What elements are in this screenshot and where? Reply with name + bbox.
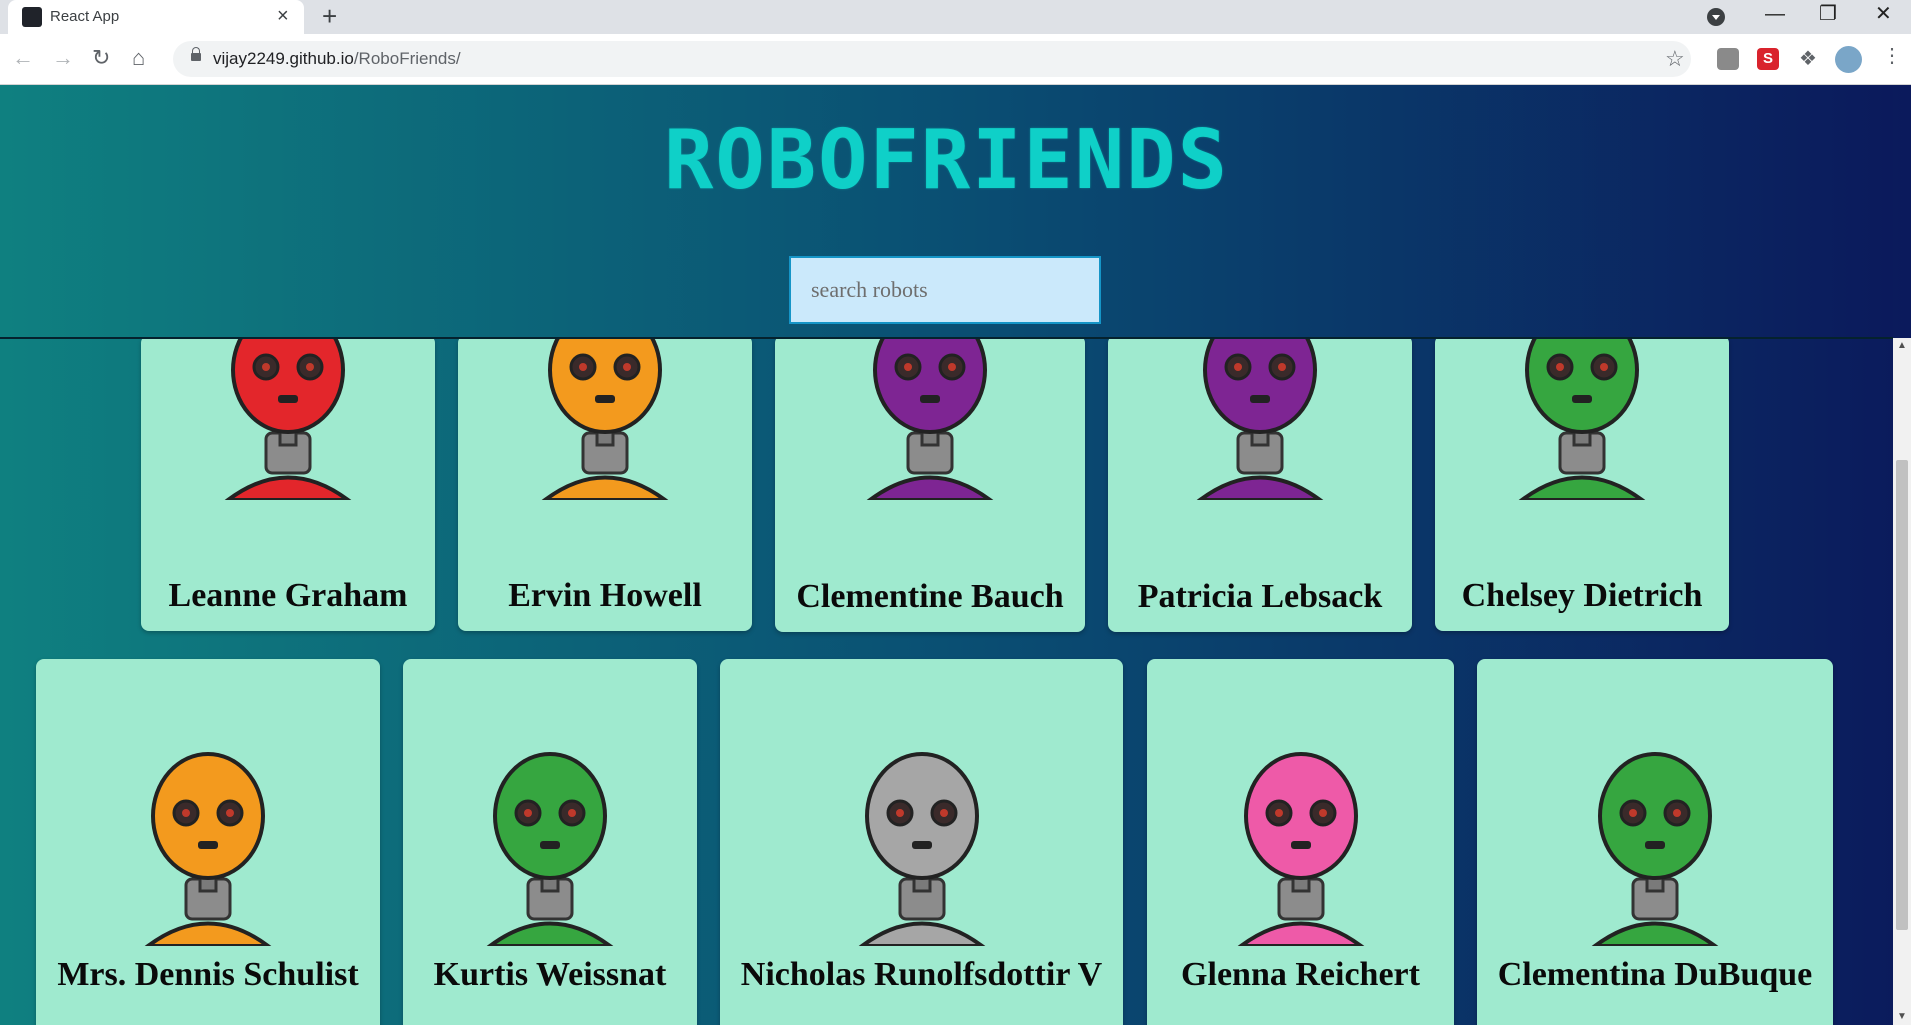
scroll-up-arrow-icon[interactable]: ▲ [1893, 338, 1911, 354]
s-extension-icon[interactable]: S [1757, 48, 1779, 70]
profile-avatar[interactable] [1835, 46, 1862, 73]
new-tab-button[interactable]: + [322, 2, 337, 30]
react-favicon-icon [22, 7, 42, 27]
menu-kebab-icon[interactable]: ⋮ [1882, 44, 1902, 68]
lock-icon[interactable] [191, 47, 201, 61]
tab-close-icon[interactable]: × [277, 5, 289, 27]
back-icon[interactable]: ← [12, 46, 34, 70]
robot-avatar-image [1160, 335, 1360, 505]
robot-card: Glenna Reichert [1147, 659, 1454, 1025]
robot-card: Patricia LebsackJulianne.OConner@kory.or… [1108, 335, 1412, 632]
robot-name: Leanne Graham [168, 577, 408, 614]
robot-name: Patricia Lebsack [1137, 578, 1383, 615]
tab-search-icon[interactable] [1707, 8, 1725, 26]
robot-name: Glenna Reichert [1181, 956, 1420, 993]
robot-name: Nicholas Runolfsdottir V [740, 956, 1103, 993]
browser-tab[interactable]: React App × [8, 0, 304, 34]
robot-avatar-image [188, 335, 388, 505]
app-title: ROBOFRIENDS [663, 113, 1230, 208]
scroll-thumb[interactable] [1896, 460, 1908, 930]
robot-card: Mrs. Dennis Schulist [36, 659, 380, 1025]
robot-avatar-image [108, 741, 308, 951]
robot-card: Clementina DuBuque [1477, 659, 1833, 1025]
bookmark-star-icon[interactable]: ☆ [1665, 46, 1685, 72]
home-icon[interactable]: ⌂ [132, 46, 145, 70]
robot-name: Kurtis Weissnat [433, 956, 667, 993]
robot-name: Chelsey Dietrich [1461, 577, 1703, 614]
robot-name: Ervin Howell [508, 577, 702, 614]
robot-avatar-image [1555, 741, 1755, 951]
close-window-icon[interactable]: ✕ [1875, 2, 1892, 26]
robot-card: Chelsey DietrichLucio_Hettinger@annie.ca [1435, 335, 1729, 631]
restore-icon[interactable]: ❐ [1819, 2, 1837, 26]
robot-name: Clementina DuBuque [1497, 956, 1813, 993]
reload-icon[interactable]: ↻ [92, 46, 110, 70]
robot-name: Clementine Bauch [796, 578, 1064, 615]
robot-avatar-image [450, 741, 650, 951]
robot-card: Clementine BauchNathan@yesenia.net [775, 335, 1085, 632]
address-bar[interactable]: vijay2249.github.io/RoboFriends/ ☆ [173, 41, 1691, 77]
browser-toolbar: ← → ↻ ⌂ vijay2249.github.io/RoboFriends/… [0, 34, 1911, 85]
app-header: ROBOFRIENDS [0, 85, 1893, 339]
minimize-icon[interactable]: — [1765, 2, 1785, 26]
pdf-extension-icon[interactable] [1717, 48, 1739, 70]
tab-strip: React App × + — ❐ ✕ [0, 0, 1911, 34]
robot-name: Mrs. Dennis Schulist [57, 956, 359, 993]
page-viewport: ROBOFRIENDS Leanne GrahamSincere@april.b… [0, 85, 1911, 1025]
robot-avatar-image [1482, 335, 1682, 505]
search-input[interactable] [789, 256, 1101, 324]
robot-avatar-image [505, 335, 705, 505]
url-text[interactable]: vijay2249.github.io/RoboFriends/ [213, 49, 461, 69]
robot-card: Kurtis Weissnat [403, 659, 697, 1025]
robot-avatar-image [1201, 741, 1401, 951]
robot-card: Leanne GrahamSincere@april.biz [141, 335, 435, 631]
robot-avatar-image [830, 335, 1030, 505]
robot-card: Nicholas Runolfsdottir V [720, 659, 1123, 1025]
tab-title: React App [50, 8, 120, 25]
forward-icon[interactable]: → [52, 46, 74, 70]
extensions-puzzle-icon[interactable]: ❖ [1797, 48, 1819, 70]
scrollbar[interactable]: ▲ ▼ [1893, 338, 1911, 1025]
robot-card: Ervin HowellShanna@melissa.tv [458, 335, 752, 631]
robot-avatar-image [822, 741, 1022, 951]
scroll-down-arrow-icon[interactable]: ▼ [1893, 1009, 1911, 1025]
